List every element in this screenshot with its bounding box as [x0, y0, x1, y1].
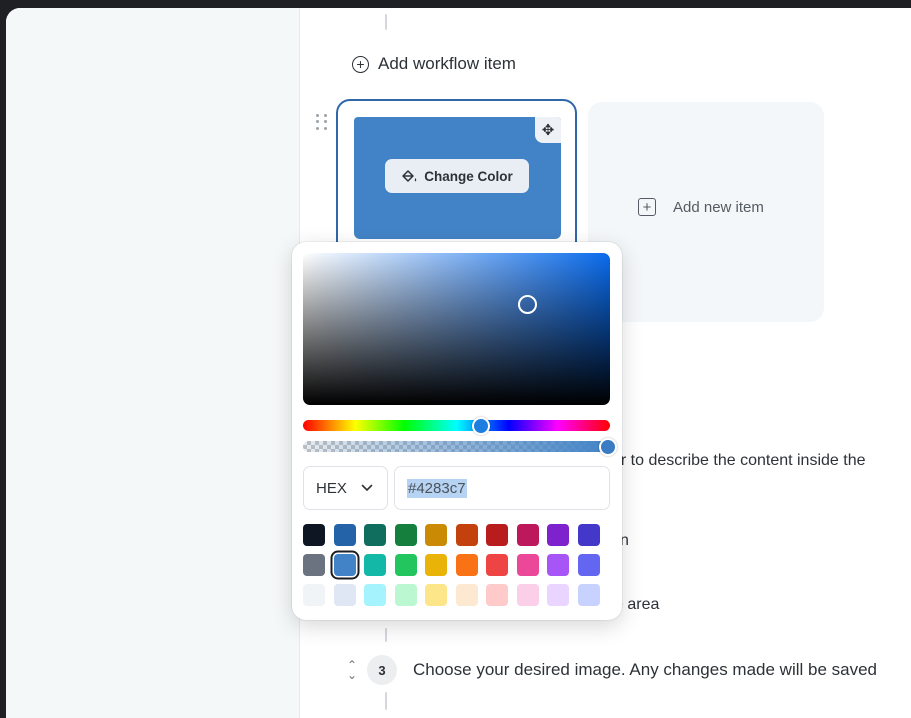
add-new-item-button[interactable]: + Add new item [638, 198, 764, 216]
color-swatch[interactable] [303, 584, 325, 606]
color-swatch-grid [303, 524, 600, 606]
color-swatch[interactable] [303, 524, 325, 546]
color-swatch[interactable] [333, 584, 356, 606]
color-swatch[interactable] [364, 524, 386, 546]
color-format-value: HEX [316, 479, 347, 497]
color-swatch[interactable] [516, 524, 539, 546]
color-swatch[interactable] [455, 524, 478, 546]
color-swatch[interactable] [547, 524, 569, 546]
move-icon[interactable]: ✥ [535, 117, 561, 143]
color-swatch[interactable] [364, 584, 386, 606]
hex-input-value: #4283c7 [407, 478, 467, 498]
color-swatch[interactable] [333, 524, 356, 546]
alpha-slider[interactable] [303, 441, 610, 452]
color-swatch[interactable] [577, 584, 600, 606]
card-color-preview: ✥ Change Color [354, 117, 561, 239]
new-item-panel: + Add new item [588, 102, 824, 322]
color-swatch[interactable] [486, 584, 508, 606]
color-swatch[interactable] [394, 524, 417, 546]
add-workflow-item-label: Add workflow item [378, 54, 516, 73]
add-workflow-item-button[interactable]: + Add workflow item [352, 54, 516, 74]
circle-plus-icon: + [352, 55, 369, 73]
color-swatch[interactable] [455, 554, 478, 576]
color-swatch[interactable] [577, 554, 600, 576]
alpha-slider-handle[interactable] [599, 438, 617, 456]
color-swatch[interactable] [364, 554, 386, 576]
workflow-card[interactable]: ✥ Change Color [336, 99, 577, 259]
color-swatch[interactable] [486, 554, 508, 576]
change-color-label: Change Color [424, 168, 513, 184]
paint-bucket-icon [402, 169, 417, 182]
color-swatch[interactable] [394, 584, 417, 606]
color-swatch[interactable] [516, 584, 539, 606]
step-row: ⌃ ⌄ 3 Choose your desired image. Any chan… [342, 655, 877, 685]
color-swatch[interactable] [486, 524, 508, 546]
color-format-select[interactable]: HEX [303, 466, 388, 510]
hue-slider-handle[interactable] [472, 417, 490, 435]
square-plus-icon: + [638, 198, 656, 216]
color-swatch[interactable] [577, 524, 600, 546]
color-swatch[interactable] [547, 554, 569, 576]
color-swatch[interactable] [425, 554, 447, 576]
hue-slider[interactable] [303, 420, 610, 431]
change-color-button[interactable]: Change Color [385, 159, 529, 193]
color-swatch[interactable] [333, 554, 356, 576]
step-number-badge: 3 [367, 655, 397, 685]
connector-line-end [385, 692, 387, 710]
saturation-handle[interactable] [518, 295, 537, 314]
connector-line-bottom [385, 628, 387, 642]
color-swatch[interactable] [425, 584, 447, 606]
color-swatch[interactable] [516, 554, 539, 576]
drag-handle-icon[interactable] [316, 114, 328, 130]
step-text: Choose your desired image. Any changes m… [413, 660, 877, 679]
sidebar [6, 8, 300, 718]
saturation-value-area[interactable] [303, 253, 610, 405]
color-picker-popover: HEX #4283c7 [292, 242, 622, 620]
connector-line-top [385, 14, 387, 30]
color-swatch[interactable] [394, 554, 417, 576]
chevron-down-icon [361, 484, 373, 491]
reorder-chevrons-icon[interactable]: ⌃ ⌄ [342, 659, 362, 681]
color-swatch[interactable] [455, 584, 478, 606]
step-description-1: er to describe the content inside the [612, 452, 866, 469]
color-swatch[interactable] [303, 554, 325, 576]
hex-input[interactable]: #4283c7 [394, 466, 610, 510]
color-swatch[interactable] [425, 524, 447, 546]
add-new-item-label: Add new item [673, 198, 764, 216]
color-swatch[interactable] [547, 584, 569, 606]
